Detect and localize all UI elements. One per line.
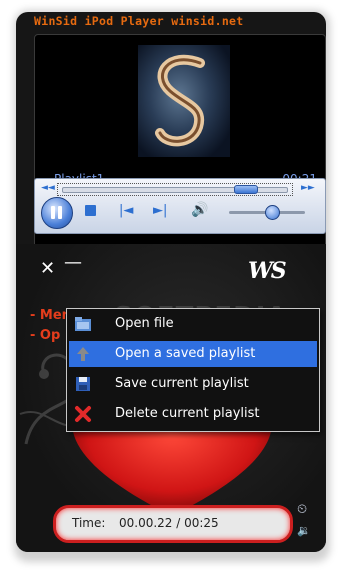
display-screen: Playlist1 00:21 bbox=[34, 34, 326, 276]
folder-icon bbox=[75, 317, 91, 331]
menu-item-label: Save current playlist bbox=[115, 376, 249, 391]
control-panel: ◄◄ ►► |◄ ►| 🔊 bbox=[34, 178, 326, 234]
time-display: Time: 00.00.22 / 00:25 bbox=[53, 505, 293, 543]
minimize-button[interactable]: — bbox=[64, 252, 82, 273]
album-art bbox=[138, 45, 230, 157]
pause-button[interactable] bbox=[41, 197, 73, 229]
save-icon bbox=[76, 377, 90, 391]
menu-item-save-playlist[interactable]: Save current playlist bbox=[69, 371, 317, 397]
menu-item-delete-playlist[interactable]: Delete current playlist bbox=[69, 401, 317, 427]
menu-item-open-saved-playlist[interactable]: Open a saved playlist bbox=[69, 341, 317, 367]
time-value: 00.00.22 / 00:25 bbox=[119, 516, 219, 530]
menu-item-open-file[interactable]: Open file bbox=[69, 311, 317, 337]
rewind-icon[interactable]: ◄◄ bbox=[41, 183, 55, 194]
fast-forward-icon[interactable]: ►► bbox=[301, 183, 315, 194]
player-window: WinSid iPod Player winsid.net Playlist1 … bbox=[16, 12, 326, 552]
open-playlist-icon bbox=[77, 347, 89, 361]
previous-icon[interactable]: |◄ bbox=[119, 202, 133, 219]
volume-thumb[interactable] bbox=[265, 205, 280, 220]
ws-logo: WS bbox=[248, 258, 287, 284]
seek-thumb[interactable] bbox=[234, 185, 258, 194]
options-link[interactable]: - Op bbox=[30, 328, 60, 343]
pause-icon bbox=[51, 206, 55, 219]
window-title[interactable]: WinSid iPod Player winsid.net bbox=[34, 14, 324, 30]
speaker-icon[interactable]: 🔊 bbox=[191, 202, 208, 219]
clock-icon[interactable]: ⏲ bbox=[297, 502, 307, 517]
seek-row: ◄◄ ►► bbox=[39, 183, 321, 196]
seek-bar[interactable] bbox=[57, 183, 293, 196]
next-icon[interactable]: ►| bbox=[153, 202, 167, 219]
transport-row: |◄ ►| 🔊 bbox=[39, 197, 321, 231]
menu-item-label: Delete current playlist bbox=[115, 406, 260, 421]
context-menu: Open file Open a saved playlist Save cur… bbox=[66, 308, 320, 432]
menu-item-label: Open a saved playlist bbox=[115, 346, 256, 361]
delete-icon bbox=[75, 406, 91, 422]
menu-item-label: Open file bbox=[115, 316, 174, 331]
volume-icon[interactable]: 🔉 bbox=[297, 524, 311, 537]
close-button[interactable]: ✕ bbox=[40, 258, 55, 279]
stop-button[interactable] bbox=[85, 205, 96, 216]
time-label: Time: bbox=[72, 516, 106, 530]
